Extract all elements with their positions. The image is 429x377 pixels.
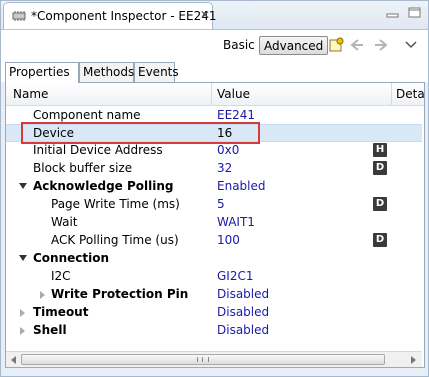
expanded-triangle-icon[interactable] — [19, 183, 27, 189]
inspector-subtabs: Properties Methods Events — [1, 60, 428, 83]
property-group-name: Write Protection Pin — [51, 287, 189, 301]
column-header-value[interactable]: Value — [217, 87, 250, 101]
column-divider[interactable] — [391, 83, 392, 105]
property-value[interactable]: EE241 — [217, 108, 255, 122]
editor-tab-component-inspector[interactable]: *Component Inspector - EE241 ✕ — [3, 2, 217, 29]
grip-icon — [197, 357, 209, 362]
property-value[interactable]: Disabled — [217, 323, 269, 337]
column-header-description[interactable]: Deta — [396, 87, 424, 101]
close-icon[interactable]: ✕ — [200, 8, 210, 22]
back-arrow-icon[interactable] — [349, 37, 365, 53]
property-value[interactable]: GI2C1 — [217, 269, 254, 283]
hex-format-badge[interactable]: H — [373, 143, 387, 157]
tab-methods[interactable]: Methods — [79, 62, 134, 82]
forward-arrow-icon[interactable] — [373, 37, 389, 53]
minimize-icon[interactable] — [386, 7, 400, 18]
component-inspector-icon — [12, 10, 26, 22]
inspector-toolbar: Basic Advanced — [1, 30, 428, 60]
property-value[interactable]: Enabled — [217, 179, 266, 193]
property-name: Page Write Time (ms) — [51, 197, 180, 211]
collapsed-triangle-icon[interactable] — [20, 309, 25, 317]
property-value[interactable]: 5 — [217, 197, 225, 211]
table-row-group[interactable]: Timeout Disabled — [6, 304, 422, 322]
table-row[interactable]: Block buffer size 32 D — [6, 160, 422, 178]
pin-note-icon[interactable] — [328, 37, 344, 53]
device-row-highlight — [21, 122, 260, 144]
editor-tab-bar: *Component Inspector - EE241 ✕ — [1, 1, 428, 30]
advanced-mode-button[interactable]: Advanced — [259, 36, 329, 55]
property-name: Wait — [51, 215, 78, 229]
column-header-name[interactable]: Name — [13, 87, 48, 101]
view-menu-chevron-down-icon[interactable] — [403, 37, 419, 53]
tab-properties[interactable]: Properties — [5, 62, 79, 83]
decimal-format-badge[interactable]: D — [373, 197, 387, 211]
table-row[interactable]: I2C GI2C1 — [6, 268, 422, 286]
component-inspector-window: *Component Inspector - EE241 ✕ Basic Adv… — [0, 0, 429, 377]
expanded-triangle-icon[interactable] — [19, 255, 27, 261]
property-name: ACK Polling Time (us) — [51, 233, 179, 247]
property-value[interactable]: 0x0 — [217, 143, 239, 157]
column-divider[interactable] — [211, 83, 212, 105]
scroll-left-arrow-icon[interactable] — [11, 356, 16, 364]
table-row-group[interactable]: Acknowledge Polling Enabled — [6, 178, 422, 196]
property-group-name: Timeout — [33, 305, 89, 319]
scrollbar-thumb[interactable] — [21, 354, 385, 365]
property-group-name: Connection — [33, 251, 110, 265]
collapsed-triangle-icon[interactable] — [20, 327, 25, 335]
property-name: Block buffer size — [33, 161, 133, 175]
property-value[interactable]: WAIT1 — [217, 215, 255, 229]
horizontal-scrollbar[interactable] — [6, 351, 422, 367]
editor-tab-title: *Component Inspector - EE241 — [31, 9, 217, 23]
scroll-right-arrow-icon[interactable] — [411, 356, 416, 364]
collapsed-triangle-icon[interactable] — [40, 291, 45, 299]
table-row[interactable]: ACK Polling Time (us) 100 D — [6, 232, 422, 250]
table-row[interactable]: Page Write Time (ms) 5 D — [6, 196, 422, 214]
property-name: Initial Device Address — [33, 143, 163, 157]
table-header: Name Value Deta — [6, 83, 424, 106]
property-value[interactable]: 100 — [217, 233, 240, 247]
decimal-format-badge[interactable]: D — [373, 233, 387, 247]
property-group-name: Shell — [33, 323, 67, 337]
property-value[interactable]: 32 — [217, 161, 232, 175]
property-name: Component name — [33, 108, 141, 122]
tab-events[interactable]: Events — [134, 62, 179, 82]
table-row[interactable]: Wait WAIT1 — [6, 214, 422, 232]
maximize-icon[interactable] — [408, 7, 422, 18]
decimal-format-badge[interactable]: D — [373, 161, 387, 175]
property-value[interactable]: Disabled — [217, 287, 269, 301]
property-name: I2C — [51, 269, 71, 283]
table-row-group[interactable]: Connection — [6, 250, 422, 268]
table-row[interactable]: Initial Device Address 0x0 H — [6, 142, 422, 160]
property-value[interactable]: Disabled — [217, 305, 269, 319]
property-group-name: Acknowledge Polling — [33, 179, 174, 193]
basic-mode-button[interactable]: Basic — [220, 36, 258, 55]
table-row-group[interactable]: Write Protection Pin Disabled — [6, 286, 422, 304]
table-row-group[interactable]: Shell Disabled — [6, 322, 422, 340]
